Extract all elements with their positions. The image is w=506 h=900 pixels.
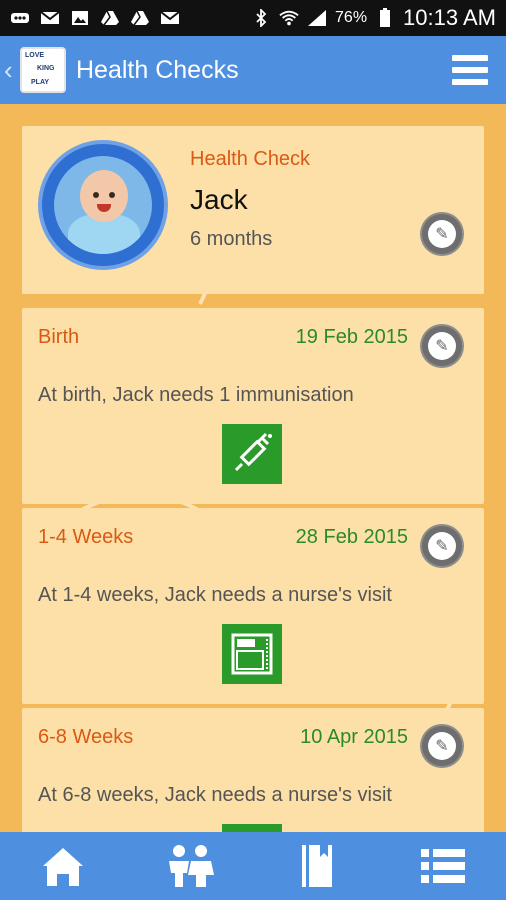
health-check-entry[interactable]: Birth 19 Feb 2015 ✎ At birth, Jack needs… xyxy=(22,308,484,504)
pencil-icon: ✎ xyxy=(428,532,456,560)
entry-description: At birth, Jack needs 1 immunisation xyxy=(38,384,354,406)
edit-entry-button[interactable]: ✎ xyxy=(422,326,462,366)
baby-face xyxy=(80,170,128,222)
entry-description: At 6-8 weeks, Jack needs a nurse's visit xyxy=(38,784,392,806)
baby-eye xyxy=(109,192,115,198)
entry-title: Birth xyxy=(38,326,80,348)
book-button[interactable] xyxy=(286,840,346,892)
drive-icon xyxy=(130,9,150,27)
status-icons-right: 76% 10:13 AM xyxy=(251,5,496,31)
battery-percent: 76% xyxy=(335,9,368,26)
home-button[interactable] xyxy=(33,840,93,892)
status-time: 10:13 AM xyxy=(403,5,496,30)
baby-eye xyxy=(93,192,99,198)
drive-icon xyxy=(100,9,120,27)
edit-entry-button[interactable]: ✎ xyxy=(422,526,462,566)
edit-entry-button[interactable]: ✎ xyxy=(422,726,462,766)
baby-photo xyxy=(54,156,152,254)
scale-icon[interactable] xyxy=(222,824,282,832)
notification-icon xyxy=(10,9,30,27)
logo-text-3: PLAY xyxy=(31,79,50,86)
signal-icon xyxy=(307,9,327,27)
family-icon xyxy=(168,845,214,887)
profile-card[interactable]: Health Check Jack 6 months ✎ xyxy=(22,126,484,294)
back-icon[interactable]: ‹ xyxy=(4,55,18,86)
pencil-icon: ✎ xyxy=(428,732,456,760)
battery-icon xyxy=(375,8,395,27)
page-title: Health Checks xyxy=(76,55,239,84)
health-check-entry[interactable]: 6-8 Weeks 10 Apr 2015 ✎ At 6-8 weeks, Ja… xyxy=(22,708,484,832)
entry-title: 6-8 Weeks xyxy=(38,726,134,748)
menu-icon[interactable] xyxy=(452,55,488,85)
wifi-icon xyxy=(279,9,299,27)
list-button[interactable] xyxy=(413,840,473,892)
health-check-entry[interactable]: 1-4 Weeks 28 Feb 2015 ✎ At 1-4 weeks, Ja… xyxy=(22,508,484,704)
logo-text-1: LOVE xyxy=(25,52,45,59)
menu-line xyxy=(452,79,488,85)
list-icon xyxy=(420,849,465,883)
logo-text-2: KING xyxy=(37,65,55,72)
entry-date: 19 Feb 2015 xyxy=(295,326,408,348)
bluetooth-icon xyxy=(251,9,271,27)
child-name: Jack xyxy=(190,184,248,215)
bottom-nav xyxy=(0,832,506,900)
scale-icon[interactable] xyxy=(222,624,282,684)
syringe-icon[interactable] xyxy=(222,424,282,484)
entry-date: 28 Feb 2015 xyxy=(295,526,408,548)
child-age: 6 months xyxy=(190,228,273,250)
avatar xyxy=(42,144,164,266)
status-icons-left xyxy=(10,9,180,27)
family-button[interactable] xyxy=(160,840,220,892)
status-bar: 76% 10:13 AM xyxy=(0,0,506,36)
email-icon xyxy=(160,9,180,27)
app-logo[interactable]: LOVE KING PLAY xyxy=(20,47,66,93)
entry-date: 10 Apr 2015 xyxy=(300,726,408,748)
home-icon xyxy=(43,848,84,886)
email-icon xyxy=(40,9,60,27)
menu-line xyxy=(452,55,488,61)
menu-line xyxy=(452,67,488,73)
pencil-icon: ✎ xyxy=(428,220,456,248)
entry-title: 1-4 Weeks xyxy=(38,526,134,548)
entry-description: At 1-4 weeks, Jack needs a nurse's visit xyxy=(38,584,392,606)
book-icon xyxy=(302,845,333,887)
pencil-icon: ✎ xyxy=(428,332,456,360)
app-bar: ‹ LOVE KING PLAY Health Checks xyxy=(0,36,506,104)
baby-smile xyxy=(97,204,111,212)
image-icon xyxy=(70,9,90,27)
health-check-list[interactable]: Health Check Jack 6 months ✎ Birth 19 Fe… xyxy=(0,104,506,832)
profile-label: Health Check xyxy=(190,148,311,170)
edit-profile-button[interactable]: ✎ xyxy=(422,214,462,254)
